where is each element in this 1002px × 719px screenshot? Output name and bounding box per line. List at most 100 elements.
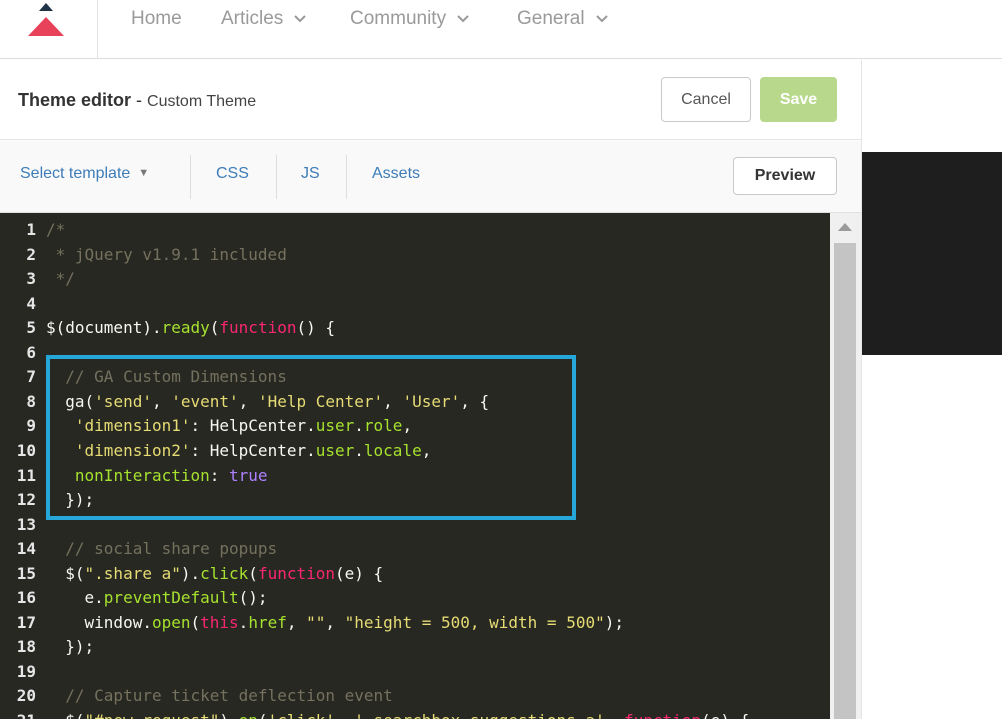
code-token: 'Help Center' bbox=[257, 391, 384, 411]
code-token: // GA Custom Dimensions bbox=[46, 367, 287, 387]
line-number: 3 bbox=[26, 269, 36, 289]
line-number: 1 bbox=[26, 220, 36, 239]
code-line[interactable]: 18 }); bbox=[0, 635, 830, 659]
code-text: $(document).ready(function() { bbox=[46, 316, 335, 340]
select-template-dropdown[interactable]: Select template ▼ bbox=[20, 165, 149, 183]
code-token: ); bbox=[604, 612, 624, 632]
code-editor[interactable]: 1/* 2 * jQuery v1.9.1 included 3 */4 5 $(doc… bbox=[0, 213, 830, 719]
code-token: , bbox=[605, 711, 624, 719]
code-token: ( bbox=[248, 563, 258, 583]
code-text: // Capture ticket deflection event bbox=[46, 684, 393, 708]
code-token: "height = 500, width = 500" bbox=[344, 612, 605, 632]
line-number: 20 bbox=[16, 686, 36, 706]
code-token: */ bbox=[46, 269, 75, 289]
nav-articles-label: Articles bbox=[221, 8, 284, 29]
code-token: ). bbox=[180, 563, 201, 583]
line-number: 18 bbox=[16, 637, 36, 657]
editor-scrollbar[interactable] bbox=[830, 213, 861, 719]
code-line[interactable]: 12 }); bbox=[0, 488, 830, 512]
nav-community[interactable]: Community bbox=[350, 8, 470, 30]
nav-home-label: Home bbox=[131, 8, 182, 29]
code-line[interactable]: 6 bbox=[0, 341, 830, 365]
chevron-down-icon bbox=[294, 15, 307, 23]
code-token: 'dimension2' bbox=[74, 440, 191, 460]
editor-toolbar: Select template ▼ CSS JS Assets Preview bbox=[0, 141, 861, 213]
code-token: href bbox=[248, 612, 287, 632]
code-text: // GA Custom Dimensions bbox=[46, 365, 287, 389]
code-line[interactable]: 1 /* bbox=[0, 218, 830, 242]
code-token: 'click' bbox=[268, 711, 335, 719]
code-text: e.preventDefault(); bbox=[46, 586, 268, 610]
save-button[interactable]: Save bbox=[760, 77, 837, 122]
code-line[interactable]: 10 'dimension2': HelpCenter.user.locale, bbox=[0, 439, 830, 463]
code-line[interactable]: 5 $(document).ready(function() { bbox=[0, 316, 830, 340]
line-number: 8 bbox=[26, 391, 36, 411]
code-line[interactable]: 7 // GA Custom Dimensions bbox=[0, 365, 830, 389]
code-token: (e) { bbox=[335, 563, 384, 583]
toolbar-divider bbox=[276, 155, 277, 199]
code-token: function bbox=[219, 318, 297, 338]
code-text: * jQuery v1.9.1 included bbox=[46, 243, 287, 267]
code-token: (e) { bbox=[701, 711, 749, 719]
code-text: }); bbox=[46, 488, 94, 512]
line-number: 6 bbox=[26, 342, 36, 362]
code-token: true bbox=[229, 465, 268, 485]
cancel-button[interactable]: Cancel bbox=[661, 77, 751, 122]
scroll-up-arrow-icon[interactable] bbox=[838, 223, 852, 231]
line-number: 16 bbox=[16, 588, 36, 608]
code-token: , bbox=[402, 416, 413, 436]
code-token: , bbox=[421, 440, 432, 460]
scrollbar-thumb[interactable] bbox=[834, 243, 856, 719]
tab-js[interactable]: JS bbox=[301, 165, 320, 183]
nav-general[interactable]: General bbox=[517, 8, 609, 30]
code-token: preventDefault bbox=[103, 588, 239, 608]
code-token: ready bbox=[161, 318, 210, 338]
code-text: 'dimension2': HelpCenter.user.locale, bbox=[46, 439, 431, 463]
code-token: "" bbox=[306, 612, 326, 632]
title-separator: - bbox=[131, 90, 148, 110]
toolbar-divider bbox=[190, 155, 191, 199]
code-line[interactable]: 19 bbox=[0, 660, 830, 684]
line-number: 2 bbox=[26, 244, 36, 264]
code-line[interactable]: 21 $("#new_request").on('click', '.searc… bbox=[0, 709, 830, 719]
code-token: ( bbox=[258, 711, 268, 719]
code-token: function bbox=[257, 563, 335, 583]
line-number: 12 bbox=[16, 490, 36, 510]
code-line[interactable]: 11 nonInteraction: true bbox=[0, 464, 830, 488]
nav-articles[interactable]: Articles bbox=[221, 8, 307, 30]
code-token: }); bbox=[46, 637, 95, 657]
code-line[interactable]: 16 e.preventDefault(); bbox=[0, 586, 830, 610]
code-line[interactable]: 9 'dimension1': HelpCenter.user.role, bbox=[0, 414, 830, 438]
code-line[interactable]: 8 ga('send', 'event', 'Help Center', 'Us… bbox=[0, 390, 830, 414]
tab-css[interactable]: CSS bbox=[216, 165, 249, 183]
page-title-main: Theme editor bbox=[18, 90, 132, 110]
code-token: user bbox=[315, 440, 355, 460]
code-line[interactable]: 4 bbox=[0, 292, 830, 316]
code-text: // social share popups bbox=[46, 537, 277, 561]
code-token: 'dimension1' bbox=[74, 416, 191, 436]
code-token: 'send' bbox=[94, 391, 152, 411]
nav-home[interactable]: Home bbox=[131, 8, 182, 30]
code-line[interactable]: 17 window.open(this.href, "", "height = … bbox=[0, 611, 830, 635]
code-token: . bbox=[238, 612, 249, 632]
brand-logo-icon[interactable] bbox=[26, 3, 66, 39]
code-text: window.open(this.href, "", "height = 500… bbox=[46, 611, 624, 635]
code-line[interactable]: 20 // Capture ticket deflection event bbox=[0, 684, 830, 708]
code-text: /* bbox=[46, 218, 65, 242]
code-line[interactable]: 2 * jQuery v1.9.1 included bbox=[0, 243, 830, 267]
nav-community-label: Community bbox=[350, 8, 447, 29]
toolbar-divider bbox=[346, 155, 347, 199]
code-line[interactable]: 13 bbox=[0, 513, 830, 537]
caret-down-icon: ▼ bbox=[138, 167, 150, 179]
tab-assets[interactable]: Assets bbox=[372, 165, 420, 183]
preview-button[interactable]: Preview bbox=[733, 157, 837, 195]
code-text: $(".share a").click(function(e) { bbox=[46, 562, 383, 586]
nav-general-label: General bbox=[517, 8, 585, 29]
code-line[interactable]: 15 $(".share a").click(function(e) { bbox=[0, 562, 830, 586]
code-token: , bbox=[335, 711, 354, 719]
page-title: Theme editor - Custom Theme bbox=[18, 90, 256, 111]
code-line[interactable]: 14 // social share popups bbox=[0, 537, 830, 561]
code-token: on bbox=[239, 711, 258, 719]
code-token: }); bbox=[46, 490, 95, 510]
code-line[interactable]: 3 */ bbox=[0, 267, 830, 291]
